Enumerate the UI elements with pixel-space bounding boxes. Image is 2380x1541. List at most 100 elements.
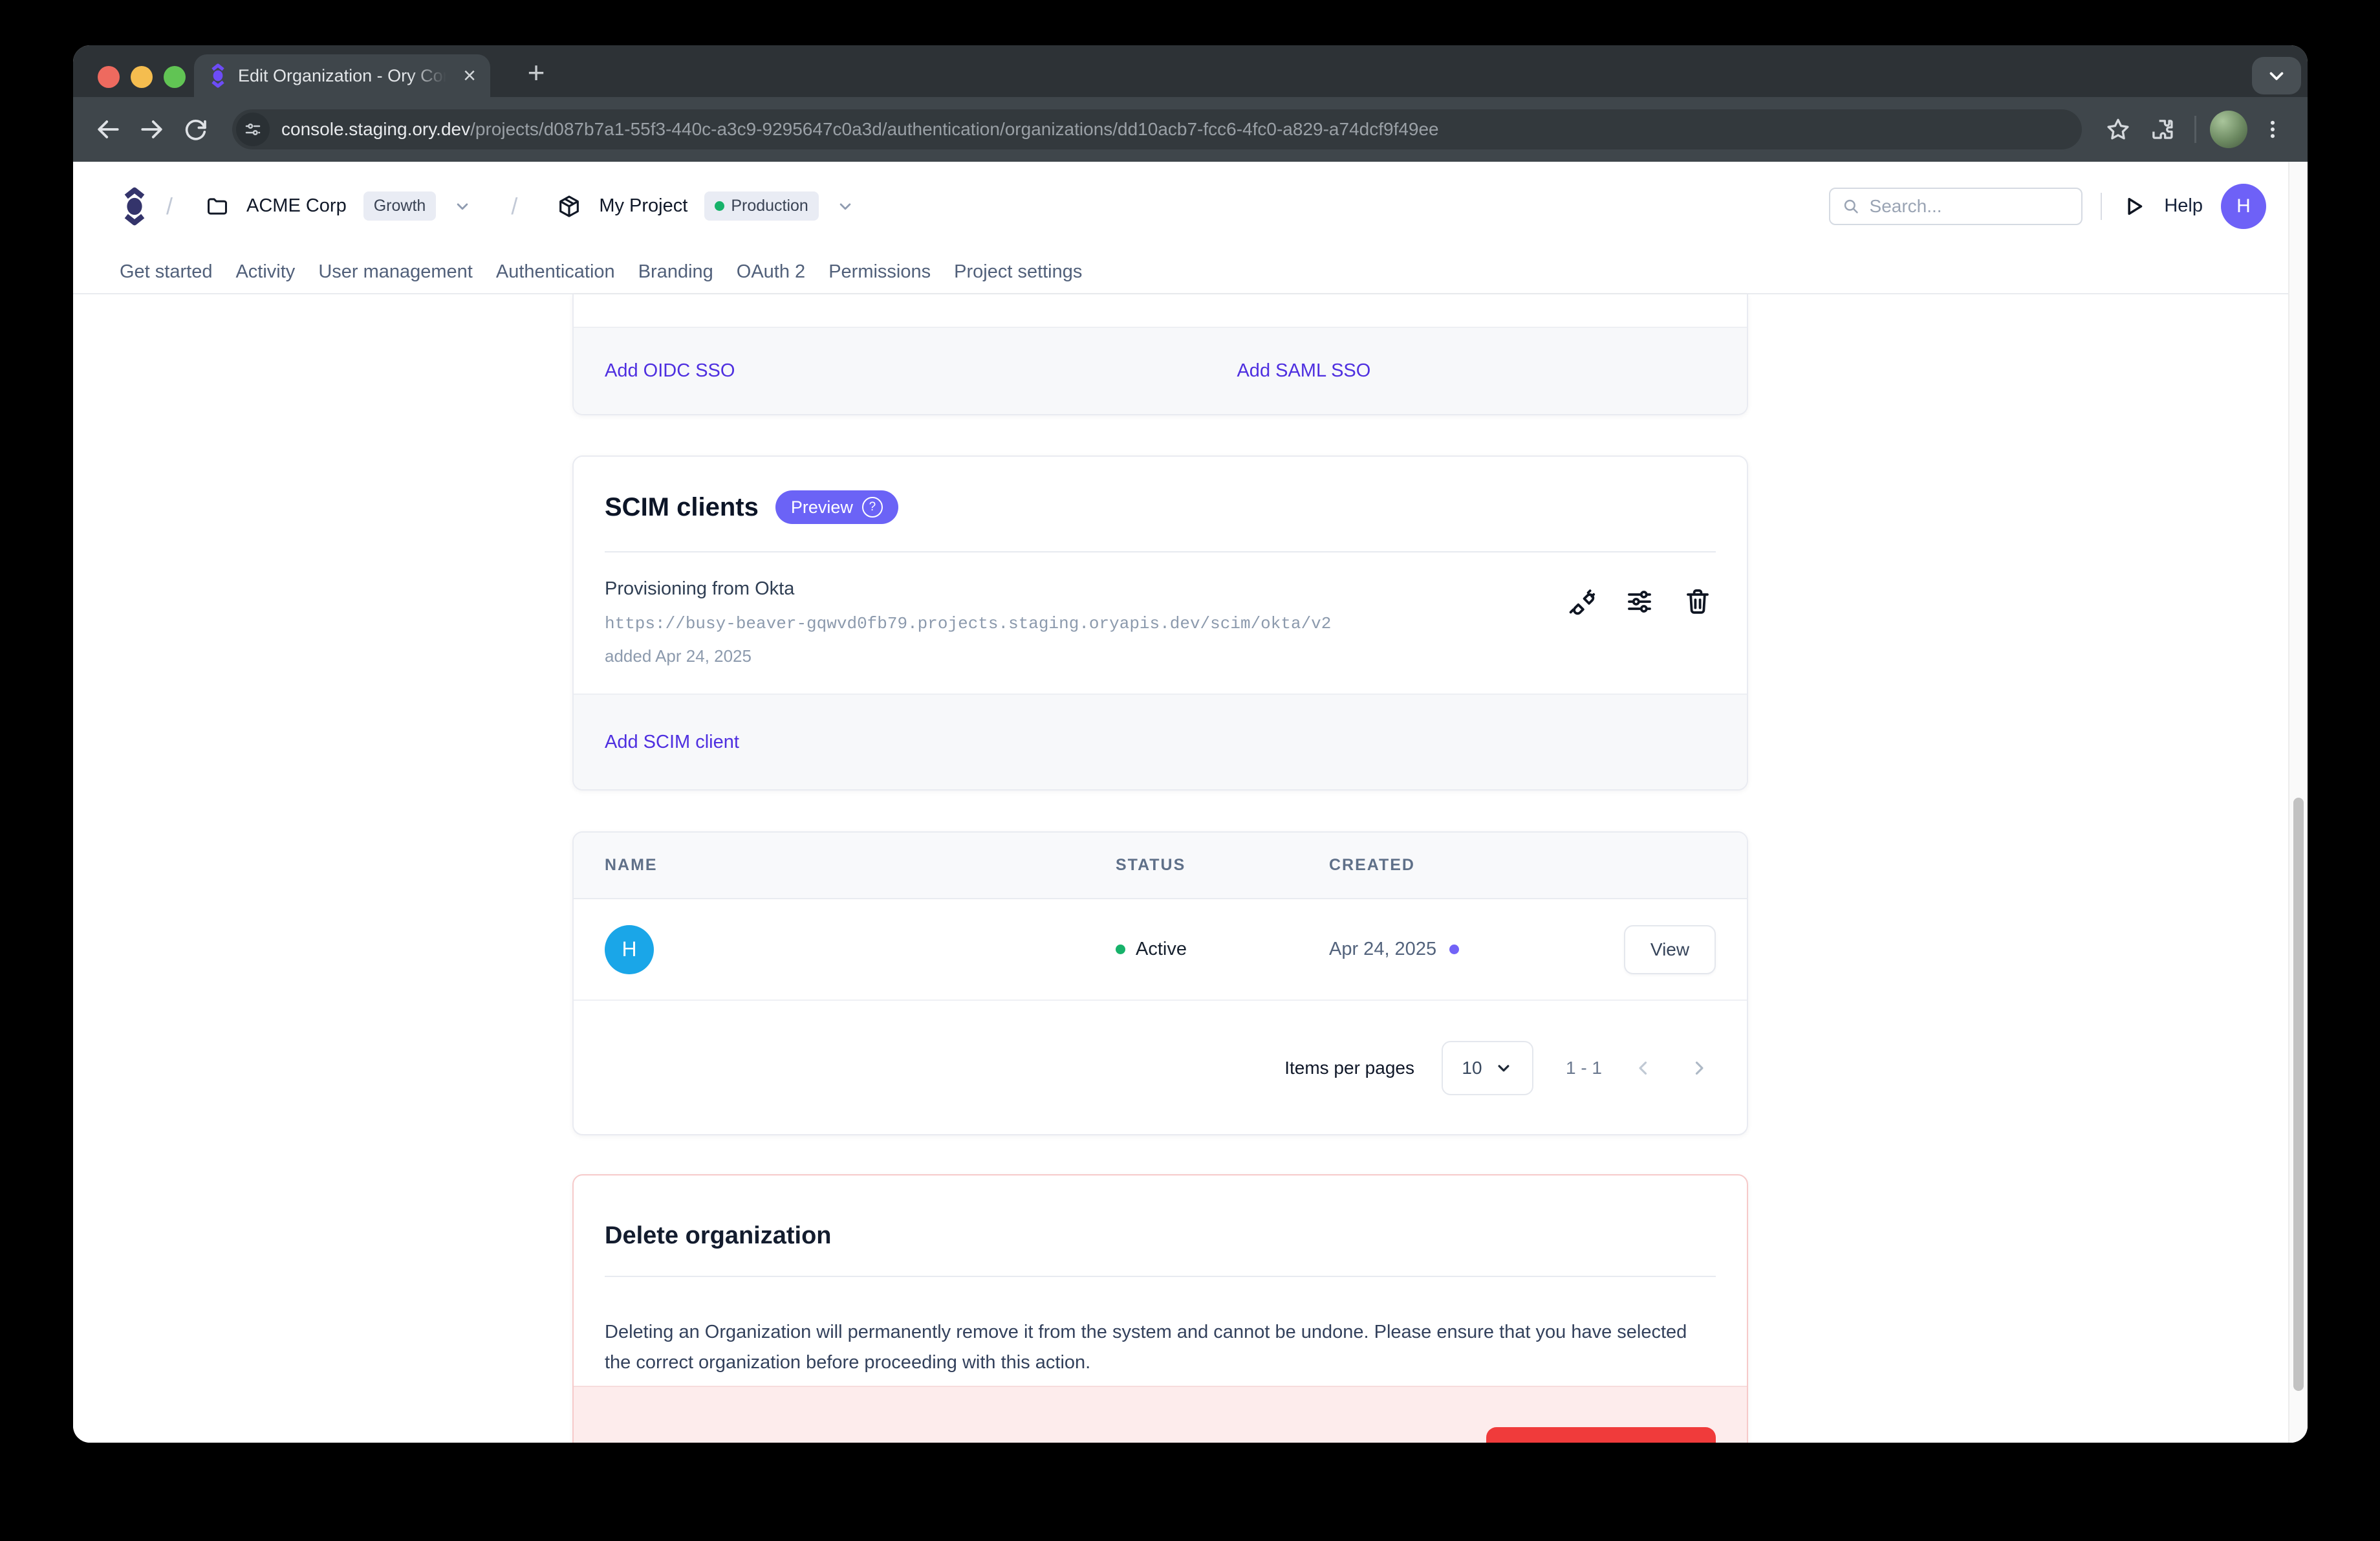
workspace-chevron-down-icon[interactable] (453, 197, 472, 216)
nav-permissions[interactable]: Permissions (828, 261, 931, 283)
new-tab-button[interactable]: + (518, 54, 554, 91)
table-row[interactable]: H Active Apr 24, 2025 View (574, 899, 1747, 1001)
column-name: NAME (605, 856, 1116, 875)
scim-client-name: Provisioning from Okta (605, 578, 1331, 600)
ory-console-page: / ACME Corp Growth / My Project Producti… (73, 162, 2308, 1443)
scim-delete-button[interactable] (1680, 584, 1716, 620)
forward-arrow-icon (138, 115, 166, 144)
bookmark-button[interactable] (2099, 110, 2137, 149)
project-env-label: Production (731, 197, 808, 215)
maximize-window-button[interactable] (164, 66, 186, 88)
column-created: CREATED (1329, 856, 1716, 875)
next-page-button[interactable] (1685, 1054, 1713, 1082)
header-divider (2101, 193, 2102, 220)
reload-icon (182, 116, 210, 143)
status-cell: Active (1116, 939, 1329, 960)
browser-menu-button[interactable] (2253, 110, 2292, 149)
changelog-play-icon[interactable] (2120, 193, 2146, 219)
chevron-down-icon (2266, 65, 2288, 87)
project-name[interactable]: My Project (599, 195, 687, 217)
search-input[interactable] (1870, 196, 2070, 217)
tab-search-button[interactable] (2252, 57, 2301, 94)
preview-badge[interactable]: Preview ? (775, 490, 898, 524)
add-oidc-sso-link[interactable]: Add OIDC SSO (605, 360, 735, 382)
breadcrumb-separator-2: / (511, 193, 517, 220)
forward-button[interactable] (133, 110, 171, 149)
nav-activity[interactable]: Activity (235, 261, 295, 283)
nav-user-management[interactable]: User management (318, 261, 473, 283)
minimize-window-button[interactable] (131, 66, 153, 88)
url-path: /projects/d087b7a1-55f3-440c-a3c9-929564… (470, 119, 1439, 139)
scrollbar-thumb[interactable] (2293, 798, 2304, 1391)
previous-page-button[interactable] (1629, 1054, 1658, 1082)
nav-project-settings[interactable]: Project settings (954, 261, 1082, 283)
browser-profile-avatar (2210, 111, 2247, 148)
scim-clients-card: SCIM clients Preview ? Provisioning from… (572, 455, 1748, 791)
nav-oauth2[interactable]: OAuth 2 (737, 261, 805, 283)
delete-organization-button[interactable]: Delete organization (1486, 1427, 1716, 1443)
delete-card-footer: This action cannot be undone Delete orga… (574, 1386, 1747, 1443)
extensions-button[interactable] (2143, 110, 2181, 149)
add-saml-sso-link[interactable]: Add SAML SSO (1237, 360, 1370, 382)
delete-organization-card: Delete organization Deleting an Organiza… (572, 1174, 1748, 1443)
organization-table-card: NAME STATUS CREATED H Active Apr 24, 202… (572, 831, 1748, 1135)
nav-branding[interactable]: Branding (638, 261, 713, 283)
pagination-range: 1 - 1 (1566, 1058, 1602, 1078)
delete-description: Deleting an Organization will permanentl… (605, 1317, 1698, 1378)
help-link[interactable]: Help (2164, 195, 2203, 217)
nav-authentication[interactable]: Authentication (496, 261, 615, 283)
scim-client-info: Provisioning from Okta https://busy-beav… (605, 578, 1331, 666)
puzzle-icon (2148, 116, 2176, 143)
production-status-dot (715, 201, 724, 211)
scim-clients-title: SCIM clients (605, 493, 759, 522)
search-icon (1842, 196, 1860, 217)
chevron-left-icon (1632, 1057, 1654, 1079)
delete-warning-text: This action cannot be undone (605, 1441, 871, 1443)
window-controls (98, 66, 186, 88)
nav-get-started[interactable]: Get started (120, 261, 212, 283)
site-settings-button[interactable] (236, 113, 270, 146)
browser-tab[interactable]: Edit Organization - Ory Console × (194, 54, 490, 97)
project-chevron-down-icon[interactable] (836, 197, 855, 216)
active-status-dot (1116, 945, 1125, 954)
workspace-name[interactable]: ACME Corp (246, 195, 347, 217)
page-scrollbar[interactable] (2288, 162, 2308, 1443)
trash-icon (1682, 586, 1713, 617)
scim-client-url: https://busy-beaver-gqwvd0fb79.projects.… (605, 614, 1331, 633)
scim-divider (605, 551, 1716, 552)
browser-tab-strip: Edit Organization - Ory Console × + (73, 45, 2308, 97)
tab-title: Edit Organization - Ory Console (238, 66, 453, 86)
console-header: / ACME Corp Growth / My Project Producti… (73, 162, 2308, 250)
created-date: Apr 24, 2025 (1329, 939, 1436, 960)
tab-close-icon[interactable]: × (463, 65, 476, 87)
ory-logo[interactable] (120, 187, 149, 226)
reload-button[interactable] (177, 110, 215, 149)
scim-connection-button[interactable] (1563, 584, 1599, 620)
scim-card-footer: Add SCIM client (574, 694, 1747, 789)
scim-client-row: Provisioning from Okta https://busy-beav… (605, 578, 1716, 666)
scim-mapping-button[interactable] (1621, 584, 1658, 620)
workspace-plan-badge: Growth (363, 191, 437, 221)
browser-profile-button[interactable] (2209, 110, 2248, 149)
project-env-badge: Production (704, 191, 819, 221)
preview-badge-label: Preview (791, 497, 853, 518)
address-bar[interactable]: console.staging.ory.dev/projects/d087b7a… (232, 109, 2082, 149)
chevron-right-icon (1688, 1057, 1710, 1079)
chevron-down-icon (1494, 1058, 1513, 1078)
browser-window: Edit Organization - Ory Console × + (73, 45, 2308, 1443)
sliders-icon (1624, 586, 1655, 617)
add-scim-client-link[interactable]: Add SCIM client (605, 732, 739, 753)
close-window-button[interactable] (98, 66, 120, 88)
scim-client-added: added Apr 24, 2025 (605, 646, 1331, 666)
delete-organization-title: Delete organization (605, 1222, 1716, 1250)
kebab-menu-icon (2260, 117, 2285, 142)
toolbar-divider (2194, 116, 2196, 143)
back-button[interactable] (89, 110, 127, 149)
user-avatar[interactable]: H (2221, 184, 2266, 229)
view-button[interactable]: View (1624, 925, 1716, 974)
back-arrow-icon (94, 115, 122, 144)
items-per-page-select[interactable]: 10 (1442, 1041, 1533, 1095)
project-nav: Get started Activity User management Aut… (73, 250, 2308, 294)
search-box[interactable] (1829, 188, 2082, 225)
url-domain: console.staging.ory.dev (281, 119, 470, 139)
